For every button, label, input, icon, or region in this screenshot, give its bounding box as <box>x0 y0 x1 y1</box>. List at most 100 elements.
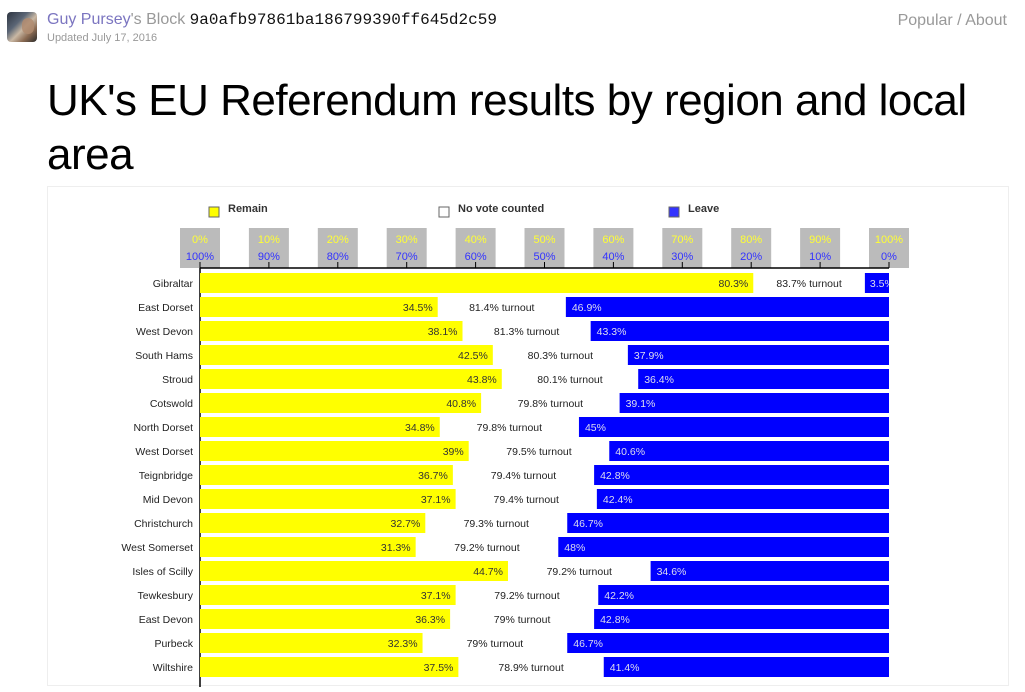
bar-remain <box>200 417 440 437</box>
turnout-label: 79% turnout <box>494 614 551 626</box>
bar-leave-label: 40.6% <box>615 446 645 458</box>
bar-leave <box>567 633 889 653</box>
category-label: North Dorset <box>133 422 193 434</box>
turnout-label: 79.2% turnout <box>547 566 612 578</box>
axis-tick-leave: 10% <box>809 251 831 263</box>
bar-remain-label: 42.5% <box>458 350 488 362</box>
category-label: Christchurch <box>134 518 193 530</box>
axis-tick-remain: 30% <box>396 234 418 246</box>
block-title: Guy Pursey's Block 9a0afb97861ba18679939… <box>47 11 497 29</box>
user-avatar[interactable] <box>7 12 37 42</box>
bar-leave-label: 42.8% <box>600 470 630 482</box>
turnout-label: 78.9% turnout <box>498 662 563 674</box>
bar-remain <box>200 273 754 293</box>
bar-leave-label: 42.2% <box>604 590 634 602</box>
user-link[interactable]: Guy Pursey <box>47 11 131 28</box>
axis-tick-leave: 30% <box>671 251 693 263</box>
turnout-label: 81.4% turnout <box>469 302 534 314</box>
axis-tick-leave: 60% <box>465 251 487 263</box>
bar-remain <box>200 561 508 581</box>
bar-leave <box>603 657 889 677</box>
category-label: Mid Devon <box>143 494 193 506</box>
bar-leave-label: 43.3% <box>597 326 627 338</box>
category-label: Wiltshire <box>153 662 193 674</box>
axis-tick-leave: 40% <box>602 251 624 263</box>
axis-tick-remain: 70% <box>671 234 693 246</box>
nav-separator: / <box>952 12 966 29</box>
axis-tick-remain: 0% <box>192 234 208 246</box>
turnout-label: 79.4% turnout <box>491 470 556 482</box>
axis-tick-remain: 60% <box>602 234 624 246</box>
category-label: West Somerset <box>121 542 193 554</box>
axis-tick-leave: 100% <box>186 251 214 263</box>
axis-tick-remain: 40% <box>465 234 487 246</box>
bar-leave <box>578 417 889 437</box>
axis-tick-remain: 80% <box>740 234 762 246</box>
bar-leave <box>565 297 889 317</box>
block-suffix: 's Block <box>130 11 186 28</box>
axis-tick-leave: 50% <box>533 251 555 263</box>
bar-remain <box>200 609 451 629</box>
category-label: Cotswold <box>150 398 193 410</box>
bar-remain-label: 40.8% <box>446 398 476 410</box>
chart-frame: Remain No vote counted Leave 0% 100% 10% 90% 20… <box>47 186 1009 687</box>
bar-leave-label: 42.4% <box>603 494 633 506</box>
legend-swatch-no-vote-counted <box>438 206 450 218</box>
turnout-label: 79% turnout <box>467 638 524 650</box>
axis-tick-remain: 100% <box>875 234 903 246</box>
nav-about-link[interactable]: About <box>965 12 1007 29</box>
bar-remain-label: 37.1% <box>421 494 451 506</box>
turnout-label: 79.5% turnout <box>506 446 571 458</box>
bar-leave-label: 34.6% <box>657 566 687 578</box>
legend-label-leave: Leave <box>688 203 719 215</box>
bar-leave-label: 46.7% <box>573 638 603 650</box>
bar-remain-label: 44.7% <box>473 566 503 578</box>
axis-tick-remain: 90% <box>809 234 831 246</box>
page-title: UK's EU Referendum results by region and… <box>47 76 967 179</box>
bar-remain-label: 34.5% <box>403 302 433 314</box>
bar-leave-label: 42.8% <box>600 614 630 626</box>
bar-remain-label: 31.3% <box>381 542 411 554</box>
bar-leave <box>594 609 889 629</box>
bar-remain <box>200 585 456 605</box>
bar-remain <box>200 369 502 389</box>
legend-swatch-leave <box>668 206 680 218</box>
bar-remain <box>200 465 453 485</box>
axis-tick-leave: 0% <box>881 251 897 263</box>
axis-tick-remain: 20% <box>327 234 349 246</box>
category-label: Teignbridge <box>139 470 193 482</box>
category-label: South Hams <box>135 350 193 362</box>
turnout-label: 79.2% turnout <box>454 542 519 554</box>
bar-remain <box>200 393 482 413</box>
bar-leave <box>598 585 889 605</box>
bar-remain-label: 37.5% <box>424 662 454 674</box>
bar-remain-label: 36.3% <box>415 614 445 626</box>
bar-leave <box>596 489 889 509</box>
axis-tick-leave: 20% <box>740 251 762 263</box>
bar-remain-label: 80.3% <box>718 278 748 290</box>
turnout-label: 79.8% turnout <box>518 398 583 410</box>
bar-remain-label: 38.1% <box>428 326 458 338</box>
updated-date: Updated July 17, 2016 <box>47 32 158 44</box>
bar-remain-label: 36.7% <box>418 470 448 482</box>
category-label: Stroud <box>162 374 193 386</box>
axis-tick-remain: 10% <box>258 234 280 246</box>
axis-tick-remain: 50% <box>533 234 555 246</box>
turnout-label: 80.3% turnout <box>528 350 593 362</box>
bar-remain <box>200 489 456 509</box>
bar-leave-label: 39.1% <box>626 398 656 410</box>
top-nav: Popular / About <box>898 12 1007 30</box>
bar-remain <box>200 441 469 461</box>
bar-leave-label: 45% <box>585 422 606 434</box>
bar-leave <box>619 393 889 413</box>
turnout-label: 79.4% turnout <box>494 494 559 506</box>
bar-remain-label: 34.8% <box>405 422 435 434</box>
bar-remain-label: 43.8% <box>467 374 497 386</box>
bar-leave <box>590 321 889 341</box>
bar-leave-label: 46.9% <box>572 302 602 314</box>
nav-popular-link[interactable]: Popular <box>898 12 953 29</box>
turnout-label: 83.7% turnout <box>776 278 841 290</box>
category-label: West Devon <box>136 326 193 338</box>
turnout-label: 79.2% turnout <box>494 590 559 602</box>
bar-remain-label: 32.7% <box>391 518 421 530</box>
